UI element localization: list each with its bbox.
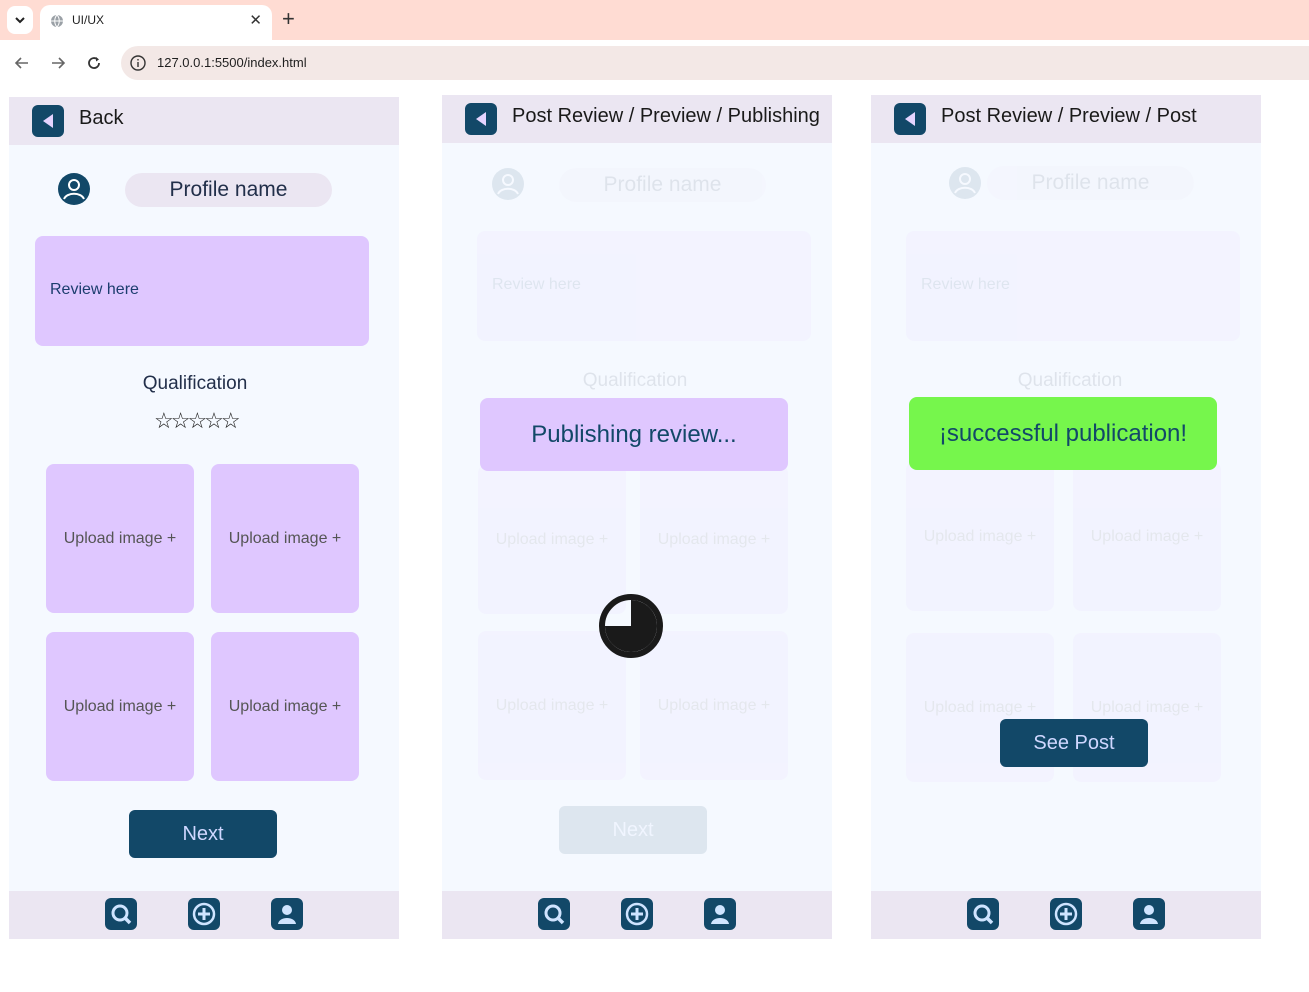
- profile-icon[interactable]: [1133, 898, 1165, 930]
- close-tab-icon[interactable]: ✕: [249, 11, 262, 29]
- review-input[interactable]: Review here: [35, 236, 369, 346]
- url-field[interactable]: 127.0.0.1:5500/index.html: [121, 46, 1309, 80]
- profile-icon[interactable]: [704, 898, 736, 930]
- address-bar-row: 127.0.0.1:5500/index.html: [0, 40, 1309, 86]
- upload-image-button[interactable]: Upload image +: [211, 464, 359, 613]
- search-icon[interactable]: [967, 898, 999, 930]
- upload-image-button[interactable]: Upload image +: [211, 632, 359, 781]
- chevron-down-icon: [15, 17, 25, 24]
- upload-image-button: Upload image +: [1073, 462, 1221, 611]
- header-title: Post Review / Preview / Post: [941, 105, 1197, 127]
- upload-image-button[interactable]: Upload image +: [46, 464, 194, 613]
- success-popup: ¡successful publication!: [909, 397, 1217, 470]
- profile-name: Profile name: [125, 173, 332, 207]
- forward-arrow-icon[interactable]: [47, 52, 69, 74]
- bottom-nav: [9, 891, 399, 939]
- screen-header: Post Review / Preview / Publishing: [442, 95, 832, 143]
- back-button[interactable]: [32, 105, 64, 137]
- screen-published: Post Review / Preview / Post Profile nam…: [871, 95, 1261, 939]
- screen-create-review: Back Profile name Review here Qualificat…: [9, 97, 399, 939]
- avatar-icon[interactable]: [58, 173, 90, 205]
- screen-publishing: Post Review / Preview / Publishing Profi…: [442, 95, 832, 939]
- avatar-icon: [492, 168, 524, 200]
- publishing-popup: Publishing review...: [480, 398, 788, 471]
- profile-icon[interactable]: [271, 898, 303, 930]
- screen-header: Post Review / Preview / Post: [871, 95, 1261, 143]
- back-arrow-icon[interactable]: [11, 52, 33, 74]
- play-left-icon: [43, 114, 53, 128]
- upload-image-button[interactable]: Upload image +: [46, 632, 194, 781]
- loading-spinner-icon: [599, 594, 663, 658]
- header-title: Post Review / Preview / Publishing: [512, 105, 820, 127]
- reload-icon[interactable]: [83, 52, 105, 74]
- profile-name: Profile name: [987, 166, 1194, 200]
- back-button[interactable]: [894, 103, 926, 135]
- review-placeholder: Review here: [921, 276, 1010, 293]
- avatar-icon: [949, 167, 981, 199]
- next-button: Next: [559, 806, 707, 854]
- review-input: Review here: [477, 231, 811, 341]
- tab-title: UI/UX: [72, 13, 105, 27]
- browser-tab[interactable]: UI/UX ✕: [40, 5, 272, 40]
- upload-image-button: Upload image +: [906, 462, 1054, 611]
- add-circle-icon[interactable]: [621, 898, 653, 930]
- tab-search-dropdown[interactable]: [7, 6, 33, 34]
- next-button[interactable]: Next: [129, 810, 277, 858]
- review-input: Review here: [906, 231, 1240, 341]
- play-left-icon: [476, 112, 486, 126]
- globe-icon: [51, 14, 63, 28]
- back-button[interactable]: [465, 103, 497, 135]
- qualification-label: Qualification: [582, 370, 688, 391]
- add-circle-icon[interactable]: [188, 898, 220, 930]
- qualification-label: Qualification: [142, 373, 248, 394]
- add-circle-icon[interactable]: [1050, 898, 1082, 930]
- star-rating[interactable]: ☆☆☆☆☆: [154, 408, 241, 434]
- search-icon[interactable]: [105, 898, 137, 930]
- new-tab-icon[interactable]: +: [282, 7, 295, 31]
- play-left-icon: [905, 112, 915, 126]
- qualification-label: Qualification: [1017, 370, 1123, 391]
- site-info-icon[interactable]: [129, 54, 147, 72]
- see-post-button[interactable]: See Post: [1000, 719, 1148, 767]
- review-placeholder: Review here: [492, 276, 581, 293]
- bottom-nav: [871, 891, 1261, 939]
- header-title: Back: [79, 107, 124, 129]
- review-placeholder: Review here: [50, 281, 139, 298]
- url-text: 127.0.0.1:5500/index.html: [157, 55, 307, 70]
- search-icon[interactable]: [538, 898, 570, 930]
- profile-name: Profile name: [559, 168, 766, 202]
- screen-header: Back: [9, 97, 399, 145]
- bottom-nav: [442, 891, 832, 939]
- browser-tab-bar: UI/UX ✕ +: [0, 0, 1309, 40]
